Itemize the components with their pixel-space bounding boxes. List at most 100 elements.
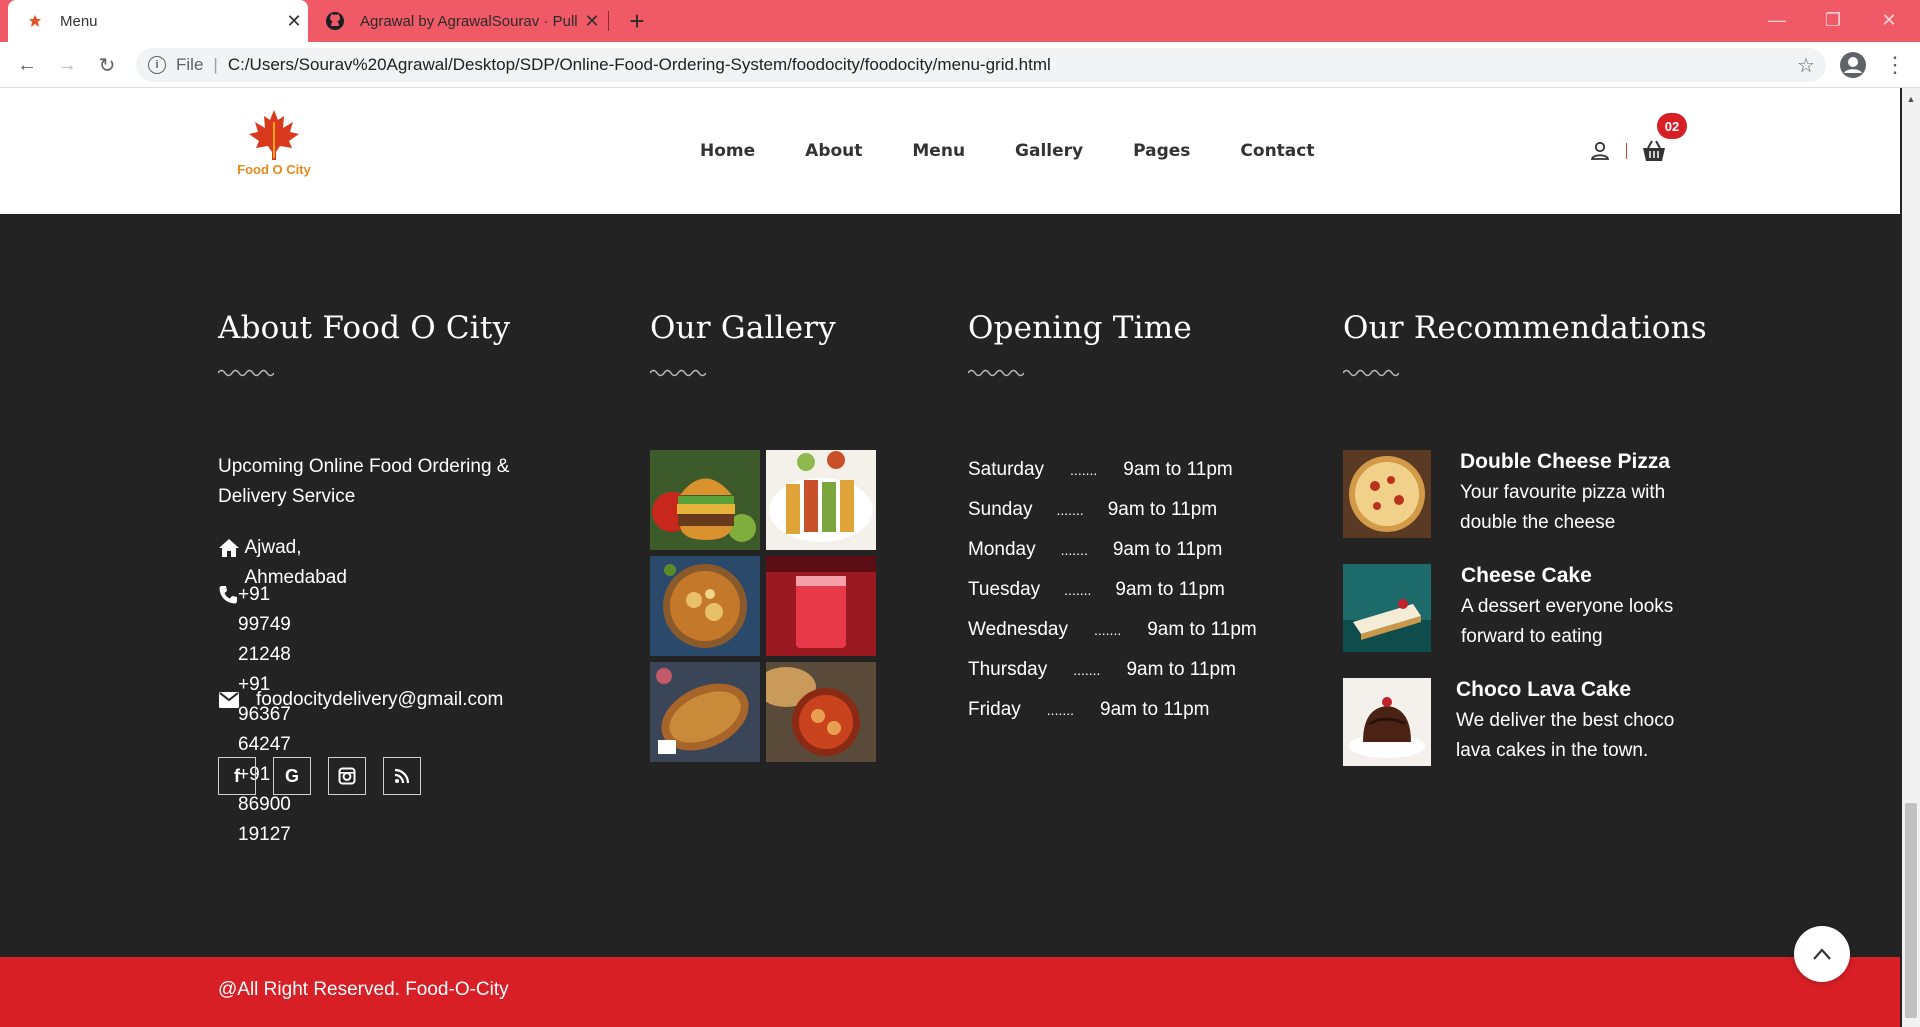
opening-heading: Opening Time bbox=[968, 310, 1192, 346]
hours-row: Saturday....... 9am to 11pm bbox=[968, 450, 1288, 490]
facebook-icon[interactable]: f bbox=[218, 757, 256, 795]
day-label: Thursday bbox=[968, 659, 1048, 680]
heading-wave-divider bbox=[968, 369, 1024, 377]
recommendations-heading: Our Recommendations bbox=[1343, 310, 1707, 346]
dots: ....... bbox=[1046, 702, 1075, 718]
recommendation-name[interactable]: Cheese Cake bbox=[1461, 564, 1592, 588]
logo-text: Food O City bbox=[237, 162, 311, 177]
reload-icon[interactable]: ↻ bbox=[92, 50, 122, 80]
time-value: 9am to 11pm bbox=[1107, 499, 1218, 520]
hours-row: Thursday....... 9am to 11pm bbox=[968, 650, 1288, 690]
site-header: Food O City Home About Menu Gallery Page… bbox=[0, 88, 1900, 214]
dots: ....... bbox=[1064, 582, 1092, 598]
bookmark-star-icon[interactable]: ☆ bbox=[1786, 48, 1826, 82]
phone-row: +91 99749 21248 +91 96367 64247 +91 8690… bbox=[218, 580, 309, 850]
page-scrollbar[interactable]: ▲ bbox=[1902, 88, 1920, 1027]
social-links: f G bbox=[218, 757, 438, 795]
opening-hours-list: Saturday....... 9am to 11pm Sunday.......… bbox=[968, 450, 1288, 730]
forward-icon[interactable]: → bbox=[52, 50, 82, 80]
hours-row: Tuesday....... 9am to 11pm bbox=[968, 570, 1288, 610]
time-value: 9am to 11pm bbox=[1115, 579, 1225, 600]
github-icon bbox=[324, 10, 346, 32]
mail-icon bbox=[218, 685, 256, 715]
close-window-icon[interactable]: ✕ bbox=[1866, 4, 1912, 36]
minimize-icon[interactable]: — bbox=[1754, 4, 1800, 36]
google-icon[interactable]: G bbox=[273, 757, 311, 795]
close-tab-icon[interactable]: ✕ bbox=[280, 11, 308, 32]
recommendation-item[interactable]: Cheese Cake A dessert everyone looks for… bbox=[1343, 564, 1673, 654]
scroll-to-top-button[interactable] bbox=[1794, 926, 1850, 982]
heading-wave-divider bbox=[650, 369, 706, 377]
browser-toolbar: ← → ↻ i File | C:/Users/Sourav%20Agrawal… bbox=[0, 42, 1920, 88]
day-label: Wednesday bbox=[968, 619, 1068, 640]
dots: ....... bbox=[1094, 622, 1122, 638]
about-heading: About Food O City bbox=[218, 310, 511, 346]
instagram-icon[interactable] bbox=[328, 757, 366, 795]
choco-lava-thumbnail[interactable] bbox=[1343, 678, 1431, 766]
about-description: Upcoming Online Food Ordering & Delivery… bbox=[218, 456, 510, 507]
info-icon[interactable]: i bbox=[148, 56, 166, 74]
hours-row: Monday....... 9am to 11pm bbox=[968, 530, 1288, 570]
gallery-image-fried-rice[interactable] bbox=[650, 662, 760, 762]
address-bar[interactable]: i File | C:/Users/Sourav%20Agrawal/Deskt… bbox=[136, 48, 1826, 82]
recommendation-item[interactable]: Double Cheese Pizza Your favourite pizza… bbox=[1343, 450, 1673, 540]
maple-leaf-logo-icon bbox=[249, 110, 299, 160]
restore-icon[interactable]: ❐ bbox=[1810, 4, 1856, 36]
time-value: 9am to 11pm bbox=[1123, 459, 1233, 480]
hours-row: Sunday....... 9am to 11pm bbox=[968, 490, 1288, 530]
scrollbar-thumb[interactable] bbox=[1905, 803, 1917, 1018]
day-label: Friday bbox=[968, 699, 1021, 720]
site-logo[interactable]: Food O City bbox=[216, 108, 332, 204]
copyright-bar: @All Right Reserved. Food-O-City bbox=[0, 957, 1900, 1027]
gallery-heading: Our Gallery bbox=[650, 310, 837, 346]
recommendation-desc: Your favourite pizza with double the che… bbox=[1460, 482, 1666, 533]
recommendation-desc: We deliver the best choco lava cakes in … bbox=[1456, 710, 1675, 761]
phone-list: +91 99749 21248 +91 96367 64247 +91 8690… bbox=[238, 580, 309, 850]
main-nav: Home About Menu Gallery Pages Contact bbox=[700, 88, 1364, 214]
gallery-image-paneer-tikka[interactable] bbox=[766, 450, 876, 550]
recommendation-desc: A dessert everyone looks forward to eati… bbox=[1461, 596, 1674, 647]
rss-icon[interactable] bbox=[383, 757, 421, 795]
nav-contact[interactable]: Contact bbox=[1240, 141, 1314, 161]
phone-number[interactable]: +91 96367 64247 bbox=[238, 670, 309, 760]
nav-menu[interactable]: Menu bbox=[912, 141, 965, 161]
gallery-image-chicken-curry[interactable] bbox=[766, 662, 876, 762]
browser-menu-icon[interactable]: ⋮ bbox=[1880, 50, 1910, 80]
new-tab-icon[interactable]: + bbox=[622, 6, 652, 36]
scroll-up-arrow-icon[interactable]: ▲ bbox=[1906, 94, 1916, 104]
email-link[interactable]: foodocitydelivery@gmail.com bbox=[256, 685, 503, 715]
food-o-city-favicon-icon bbox=[24, 10, 46, 32]
back-icon[interactable]: ← bbox=[12, 50, 42, 80]
url-text[interactable]: C:/Users/Sourav%20Agrawal/Desktop/SDP/On… bbox=[228, 55, 1051, 75]
phone-number[interactable]: +91 99749 21248 bbox=[238, 580, 309, 670]
url-divider: | bbox=[213, 55, 218, 74]
recommendation-name[interactable]: Double Cheese Pizza bbox=[1460, 450, 1670, 474]
pizza-thumbnail[interactable] bbox=[1343, 450, 1431, 538]
nav-about[interactable]: About bbox=[805, 141, 862, 161]
header-divider bbox=[1626, 143, 1627, 159]
nav-gallery[interactable]: Gallery bbox=[1015, 141, 1083, 161]
url-scheme: File bbox=[176, 55, 204, 74]
recommendation-item[interactable]: Choco Lava Cake We deliver the best choc… bbox=[1343, 678, 1674, 768]
profile-avatar-icon[interactable] bbox=[1838, 50, 1868, 80]
day-label: Sunday bbox=[968, 499, 1033, 520]
page-viewport: Food O City Home About Menu Gallery Page… bbox=[0, 88, 1920, 1027]
cart-basket-icon[interactable]: 02 bbox=[1641, 113, 1687, 163]
tab-menu[interactable]: Menu ✕ bbox=[8, 0, 308, 42]
heading-wave-divider bbox=[1343, 369, 1399, 377]
time-value: 9am to 11pm bbox=[1100, 699, 1210, 720]
gallery-image-curry-bowl[interactable] bbox=[650, 556, 760, 656]
time-value: 9am to 11pm bbox=[1147, 619, 1257, 640]
tab-github[interactable]: Agrawal by AgrawalSourav · Pull ✕ bbox=[316, 0, 606, 42]
close-tab-icon[interactable]: ✕ bbox=[578, 11, 606, 32]
recommendation-name[interactable]: Choco Lava Cake bbox=[1456, 678, 1631, 702]
dots: ....... bbox=[1056, 502, 1084, 518]
gallery-image-burger[interactable] bbox=[650, 450, 760, 550]
gallery-image-red-drink[interactable] bbox=[766, 556, 876, 656]
day-label: Saturday bbox=[968, 459, 1045, 480]
cheesecake-thumbnail[interactable] bbox=[1343, 564, 1431, 652]
nav-pages[interactable]: Pages bbox=[1133, 141, 1190, 161]
nav-home[interactable]: Home bbox=[700, 141, 755, 161]
dots: ....... bbox=[1070, 462, 1098, 478]
user-icon[interactable] bbox=[1588, 139, 1612, 163]
